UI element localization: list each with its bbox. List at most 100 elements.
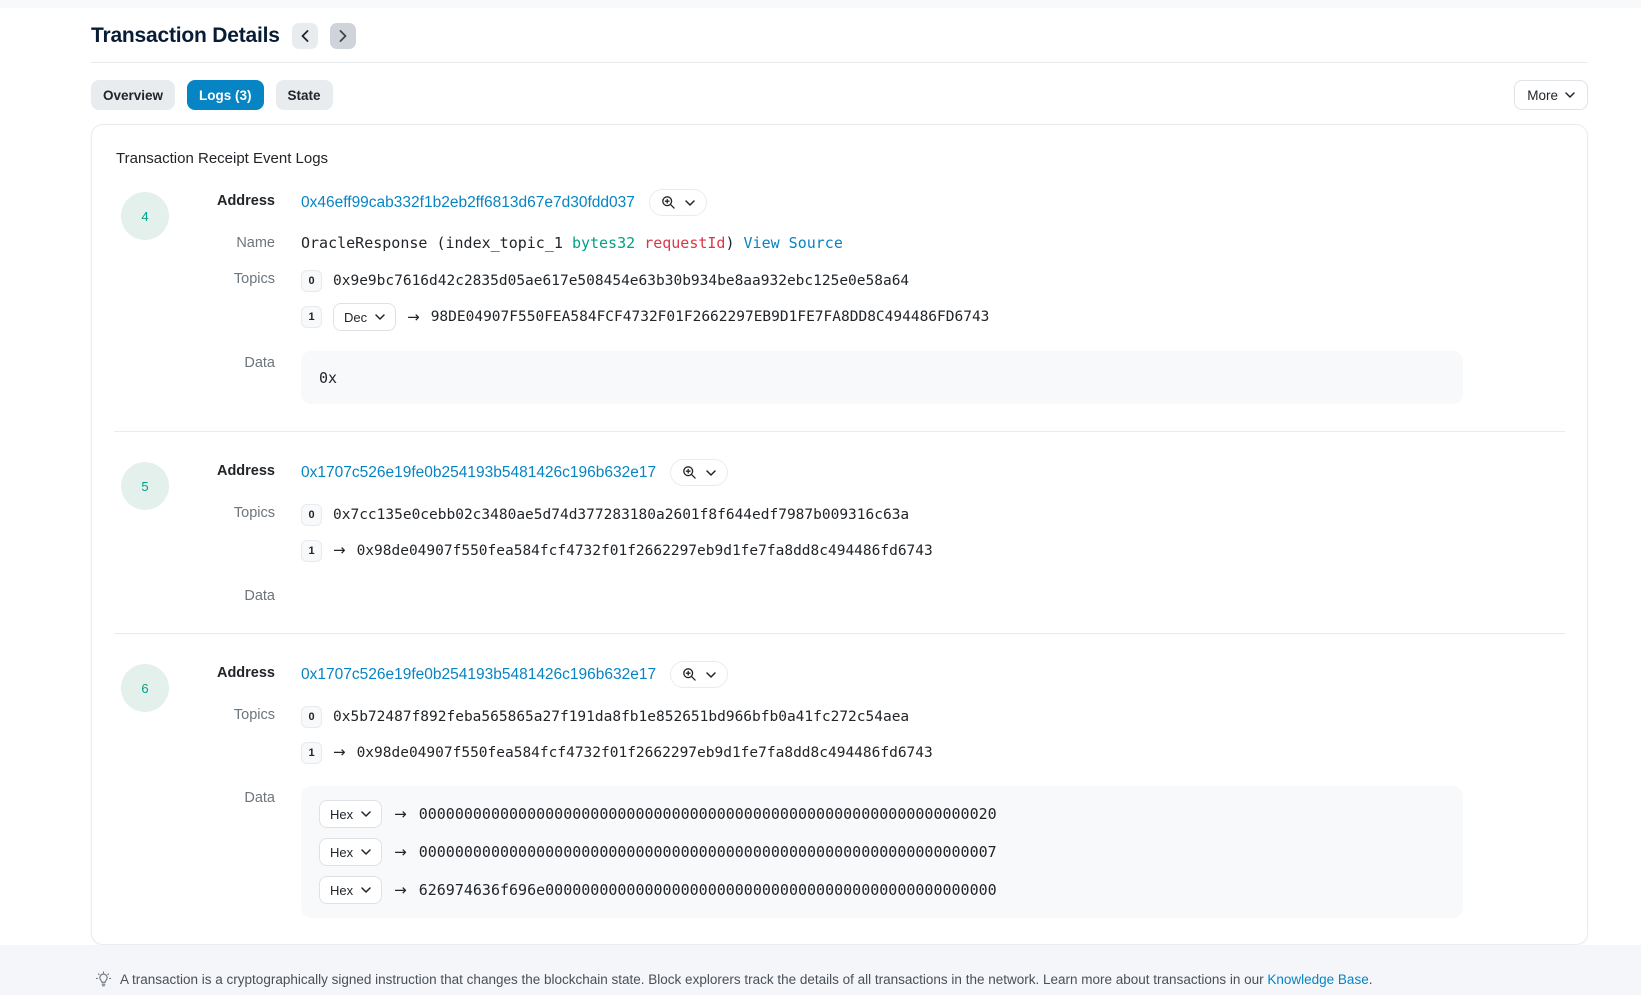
log-divider	[114, 431, 1565, 432]
chevron-down-icon	[706, 672, 716, 678]
topic-row: 00x9e9bc7616d42c2835d05ae617e508454e63b3…	[301, 267, 1565, 294]
topic-value: 98DE04907F550FEA584FCF4732F01F2662297EB9…	[431, 309, 990, 325]
arrow-right-icon: →	[394, 845, 407, 860]
log-index-badge: 5	[121, 462, 169, 510]
data-row: Hex → 626974636f696e0000000000000000000000…	[319, 876, 1445, 904]
data-box: 0x	[301, 351, 1463, 404]
address-line: 0x1707c526e19fe0b254193b5481426c196b632e…	[301, 459, 1565, 486]
data-encoding-label: Hex	[330, 807, 353, 822]
topic-value: 0x7cc135e0cebb02c3480ae5d74d377283180a26…	[333, 507, 909, 523]
topic-index-badge: 0	[301, 706, 322, 728]
knowledge-base-link[interactable]: Knowledge Base	[1267, 972, 1368, 987]
event-name: OracleResponse (index_topic_1 bytes32 re…	[301, 231, 1565, 252]
log-number-column: 4	[114, 189, 176, 404]
chevron-left-icon	[301, 30, 309, 42]
data-encoding-select[interactable]: Hex	[319, 800, 382, 828]
tab-state[interactable]: State	[276, 80, 333, 110]
chevron-down-icon	[361, 811, 371, 817]
address-line: 0x1707c526e19fe0b254193b5481426c196b632e…	[301, 661, 1565, 688]
data-value: 626974636f696e00000000000000000000000000…	[419, 881, 997, 899]
address-field: Address0x1707c526e19fe0b254193b5481426c1…	[176, 459, 1565, 486]
view-source-link[interactable]: View Source	[744, 234, 843, 252]
next-transaction-button[interactable]	[330, 23, 356, 49]
topics-field: Topics00x5b72487f892feba565865a27f191da8…	[176, 703, 1565, 766]
topic-value: 0x5b72487f892feba565865a27f191da8fb1e852…	[333, 709, 909, 725]
data-box: Hex → 000000000000000000000000000000000000…	[301, 786, 1463, 918]
data-row: Hex→000000000000000000000000000000000000…	[319, 800, 1445, 828]
logs-list: 4Address0x46eff99cab332f1b2eb2ff6813d67e…	[114, 189, 1565, 918]
footer-tip-text: A transaction is a cryptographically sig…	[120, 970, 1372, 990]
arrow-right-icon: →	[333, 543, 346, 558]
field-label-name: Name	[176, 231, 275, 251]
data-encoding-label: Hex	[330, 845, 353, 860]
topics-content: 0 0x5b72487f892feba565865a27f191da8fb1e85…	[301, 703, 1565, 766]
arrow-right-icon: →	[333, 745, 346, 760]
topic-row: 00x7cc135e0cebb02c3480ae5d74d377283180a2…	[301, 501, 1565, 528]
data-row: Hex → 000000000000000000000000000000000000…	[319, 838, 1445, 866]
log-fields: Address0x1707c526e19fe0b254193b5481426c1…	[176, 459, 1565, 606]
chevron-down-icon	[685, 200, 695, 206]
topics-list: 00x9e9bc7616d42c2835d05ae617e508454e63b3…	[301, 267, 1565, 331]
log-address-link[interactable]: 0x46eff99cab332f1b2eb2ff6813d67e7d30fdd0…	[301, 194, 635, 212]
log-divider	[114, 633, 1565, 634]
more-button[interactable]: More	[1514, 80, 1588, 110]
log-address-link[interactable]: 0x1707c526e19fe0b254193b5481426c196b632e…	[301, 464, 656, 482]
tab-overview[interactable]: Overview	[91, 80, 175, 110]
topics-field: Topics 00x9e9bc7616d42c2835d05ae617e50845…	[176, 267, 1565, 331]
topics-list: 00x7cc135e0cebb02c3480ae5d74d377283180a2…	[301, 501, 1565, 564]
lightbulb-icon	[95, 971, 112, 988]
top-strip	[0, 0, 1641, 8]
log-address-link[interactable]: 0x1707c526e19fe0b254193b5481426c196b632e…	[301, 666, 656, 684]
field-label-topics: Topics	[176, 267, 275, 287]
footer-text: A transaction is a cryptographically sig…	[120, 972, 1267, 987]
event-name-part: OracleResponse (index_topic_1	[301, 234, 572, 252]
prev-transaction-button[interactable]	[292, 23, 318, 49]
address-content: 0x46eff99cab332f1b2eb2ff6813d67e7d30fdd0…	[301, 189, 1565, 216]
data-encoding-select[interactable]: Hex	[319, 876, 382, 904]
arrow-right-icon: →	[407, 310, 420, 325]
topic-value: 0x98de04907f550fea584fcf4732f01f2662297e…	[357, 543, 933, 559]
event-name-part: )	[725, 234, 743, 252]
tab-logs-3[interactable]: Logs (3)	[187, 80, 264, 110]
address-zoom-button[interactable]	[670, 459, 728, 486]
topic-index-badge: 1	[301, 540, 322, 562]
chevron-down-icon	[361, 849, 371, 855]
arrow-right-icon: →	[394, 883, 407, 898]
data-encoding-select[interactable]: Hex	[319, 838, 382, 866]
data-content: Hex → 000000000000000000000000000000000000…	[301, 786, 1565, 918]
data-value: 0000000000000000000000000000000000000000…	[419, 843, 997, 861]
arrow-right-icon: →	[394, 807, 407, 822]
zoom-in-icon	[661, 195, 676, 210]
log-fields: Address 0x1707c526e19fe0b254193b5481426c1…	[176, 661, 1565, 918]
topic-value: 0x98de04907f550fea584fcf4732f01f2662297e…	[357, 745, 933, 761]
footer-tip: A transaction is a cryptographically sig…	[0, 945, 1641, 995]
topic-encoding-select[interactable]: Dec	[333, 303, 396, 331]
footer-suffix: .	[1369, 972, 1373, 987]
log-number-column: 5	[114, 459, 176, 606]
event-name-part: requestId	[644, 234, 725, 252]
tabs: Overview Logs (3) State	[91, 80, 333, 110]
topic-index-badge: 1	[301, 742, 322, 764]
topics-list: 0 0x5b72487f892feba565865a27f191da8fb1e85…	[301, 703, 1565, 766]
event-name-part	[635, 234, 644, 252]
data-row: 0x	[319, 365, 1445, 390]
field-label-address: Address	[176, 661, 275, 681]
log-fields: Address0x46eff99cab332f1b2eb2ff6813d67e7…	[176, 189, 1565, 404]
data-content	[301, 584, 1565, 606]
address-content: 0x1707c526e19fe0b254193b5481426c196b632e…	[301, 459, 1565, 486]
field-label-data: Data	[176, 786, 275, 806]
chevron-down-icon	[1565, 92, 1575, 98]
data-field: Data	[176, 584, 1565, 606]
topics-content: 00x9e9bc7616d42c2835d05ae617e508454e63b3…	[301, 267, 1565, 331]
topic-encoding-label: Dec	[344, 310, 367, 325]
address-zoom-button[interactable]	[670, 661, 728, 688]
log-entry: 4Address0x46eff99cab332f1b2eb2ff6813d67e…	[114, 189, 1565, 404]
address-zoom-button[interactable]	[649, 189, 707, 216]
log-index-badge: 6	[121, 664, 169, 712]
more-button-label: More	[1527, 88, 1558, 103]
header-divider	[91, 62, 1588, 63]
chevron-down-icon	[375, 314, 385, 320]
page-title: Transaction Details	[91, 24, 280, 48]
log-number-column: 6	[114, 661, 176, 918]
data-value: 0x	[319, 369, 337, 387]
